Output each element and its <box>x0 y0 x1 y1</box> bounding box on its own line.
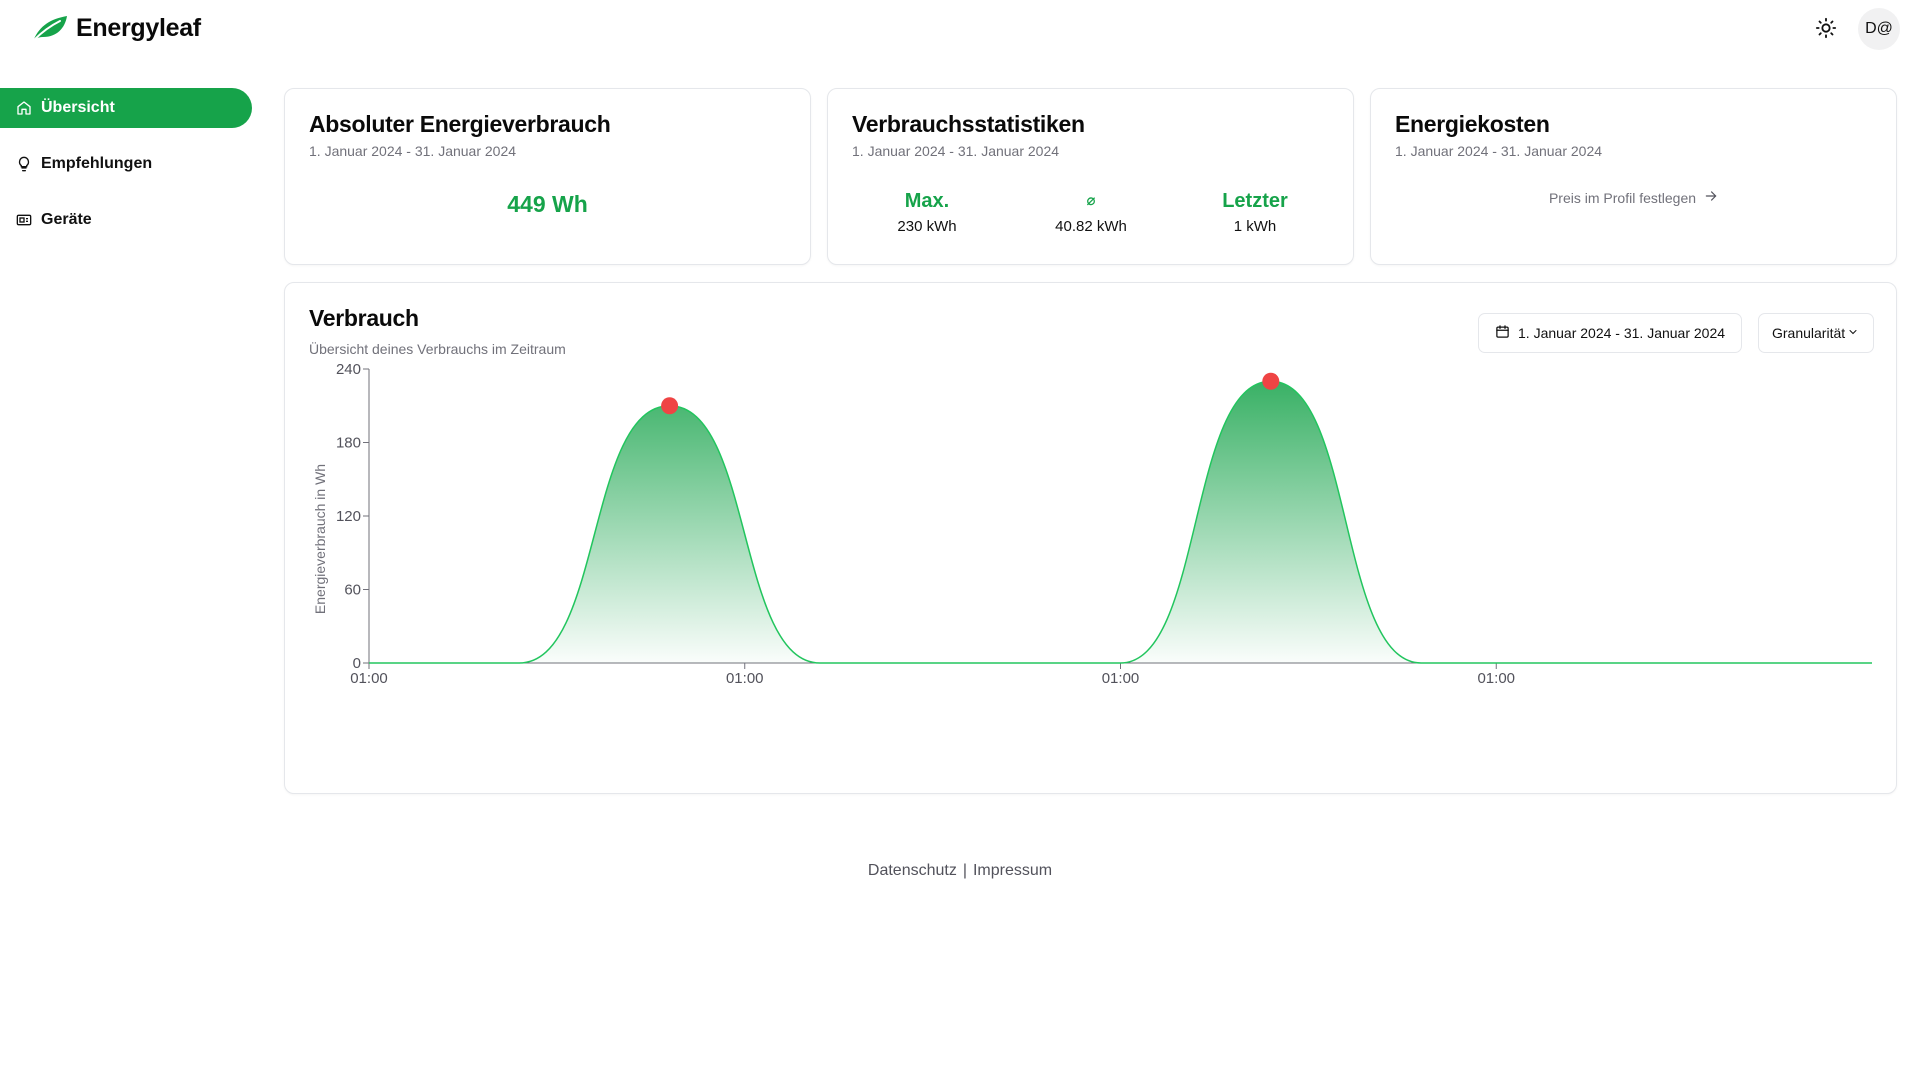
sun-icon <box>1815 17 1837 44</box>
y-tick-label: 240 <box>336 361 361 378</box>
top-header: Energyleaf D@ <box>0 0 1920 58</box>
arrow-right-icon <box>1704 189 1718 206</box>
y-axis-label: Energieverbrauch in Wh <box>312 464 328 614</box>
sidebar-item-uebersicht[interactable]: Übersicht <box>0 88 252 128</box>
absolute-consumption-value: 449 Wh <box>507 191 588 217</box>
sidebar-item-geraete[interactable]: Geräte <box>0 200 252 240</box>
stat-average-label: ⌀ <box>1086 192 1096 209</box>
imprint-link[interactable]: Impressum <box>973 862 1052 879</box>
stat-max-label: Max. <box>904 190 950 212</box>
y-tick-label: 180 <box>336 435 361 452</box>
home-icon <box>16 100 32 116</box>
theme-toggle-button[interactable] <box>1808 12 1844 48</box>
privacy-link[interactable]: Datenschutz <box>868 862 957 879</box>
card-title: Verbrauchsstatistiken <box>852 111 1085 137</box>
peak-marker <box>1262 372 1280 390</box>
sidebar-item-empfehlungen[interactable]: Empfehlungen <box>0 144 252 184</box>
stat-last-label: Letzter <box>1222 190 1288 212</box>
sidebar-item-label: Geräte <box>41 211 92 228</box>
x-tick-label: 01:00 <box>726 670 764 687</box>
sidebar: Übersicht Empfehlungen Geräte <box>0 88 252 256</box>
card-date-range: 1. Januar 2024 - 31. Januar 2024 <box>852 143 1060 159</box>
calendar-icon <box>1495 324 1510 342</box>
card-date-range: 1. Januar 2024 - 31. Januar 2024 <box>309 143 517 159</box>
sidebar-item-label: Übersicht <box>41 99 115 116</box>
leaf-icon <box>30 10 70 47</box>
chevron-down-icon <box>1847 325 1859 341</box>
consumption-chart: Energieverbrauch in Wh 06012018024001:00… <box>312 361 1872 687</box>
sidebar-item-label: Empfehlungen <box>41 155 153 172</box>
consumption-chart-card: Verbrauch Übersicht deines Verbrauchs im… <box>284 282 1897 794</box>
x-tick-label: 01:00 <box>350 670 388 687</box>
device-icon <box>16 212 32 228</box>
card-title: Absoluter Energieverbrauch <box>309 111 611 137</box>
granularity-label: Granularität <box>1772 325 1846 341</box>
lightbulb-icon <box>16 156 32 172</box>
brand-logo-link[interactable]: Energyleaf <box>30 10 201 47</box>
stat-average-value: 40.82 kWh <box>1055 218 1127 235</box>
user-avatar[interactable]: D@ <box>1858 8 1900 50</box>
x-tick-label: 01:00 <box>1102 670 1140 687</box>
stat-last: Letzter 1 kWh <box>1170 189 1340 235</box>
set-price-link[interactable]: Preis im Profil festlegen <box>1371 189 1896 206</box>
card-title: Energiekosten <box>1395 111 1550 137</box>
statistics-card: Verbrauchsstatistiken 1. Januar 2024 - 3… <box>827 88 1354 265</box>
consumption-area <box>369 381 1872 663</box>
stat-average: ⌀ 40.82 kWh <box>1006 189 1176 235</box>
card-title: Verbrauch <box>309 305 419 331</box>
y-tick-label: 120 <box>336 508 361 525</box>
footer-separator: | <box>962 862 967 879</box>
stat-max-value: 230 kWh <box>897 218 957 235</box>
card-date-range: 1. Januar 2024 - 31. Januar 2024 <box>1395 143 1603 159</box>
stat-max: Max. 230 kWh <box>842 189 1012 235</box>
date-range-label: 1. Januar 2024 - 31. Januar 2024 <box>1518 325 1726 341</box>
footer: Datenschutz | Impressum <box>0 862 1920 880</box>
granularity-select[interactable]: Granularität <box>1758 313 1874 353</box>
app-name: Energyleaf <box>76 14 201 42</box>
card-subtitle: Übersicht deines Verbrauchs im Zeitraum <box>309 341 566 357</box>
x-tick-label: 01:00 <box>1477 670 1515 687</box>
set-price-link-label: Preis im Profil festlegen <box>1548 189 1697 206</box>
stat-last-value: 1 kWh <box>1233 218 1277 235</box>
peak-marker <box>661 397 679 415</box>
energy-costs-card: Energiekosten 1. Januar 2024 - 31. Janua… <box>1370 88 1897 265</box>
date-range-picker-button[interactable]: 1. Januar 2024 - 31. Januar 2024 <box>1478 313 1742 353</box>
y-tick-label: 60 <box>344 582 361 599</box>
absolute-consumption-card: Absoluter Energieverbrauch 1. Januar 202… <box>284 88 811 265</box>
